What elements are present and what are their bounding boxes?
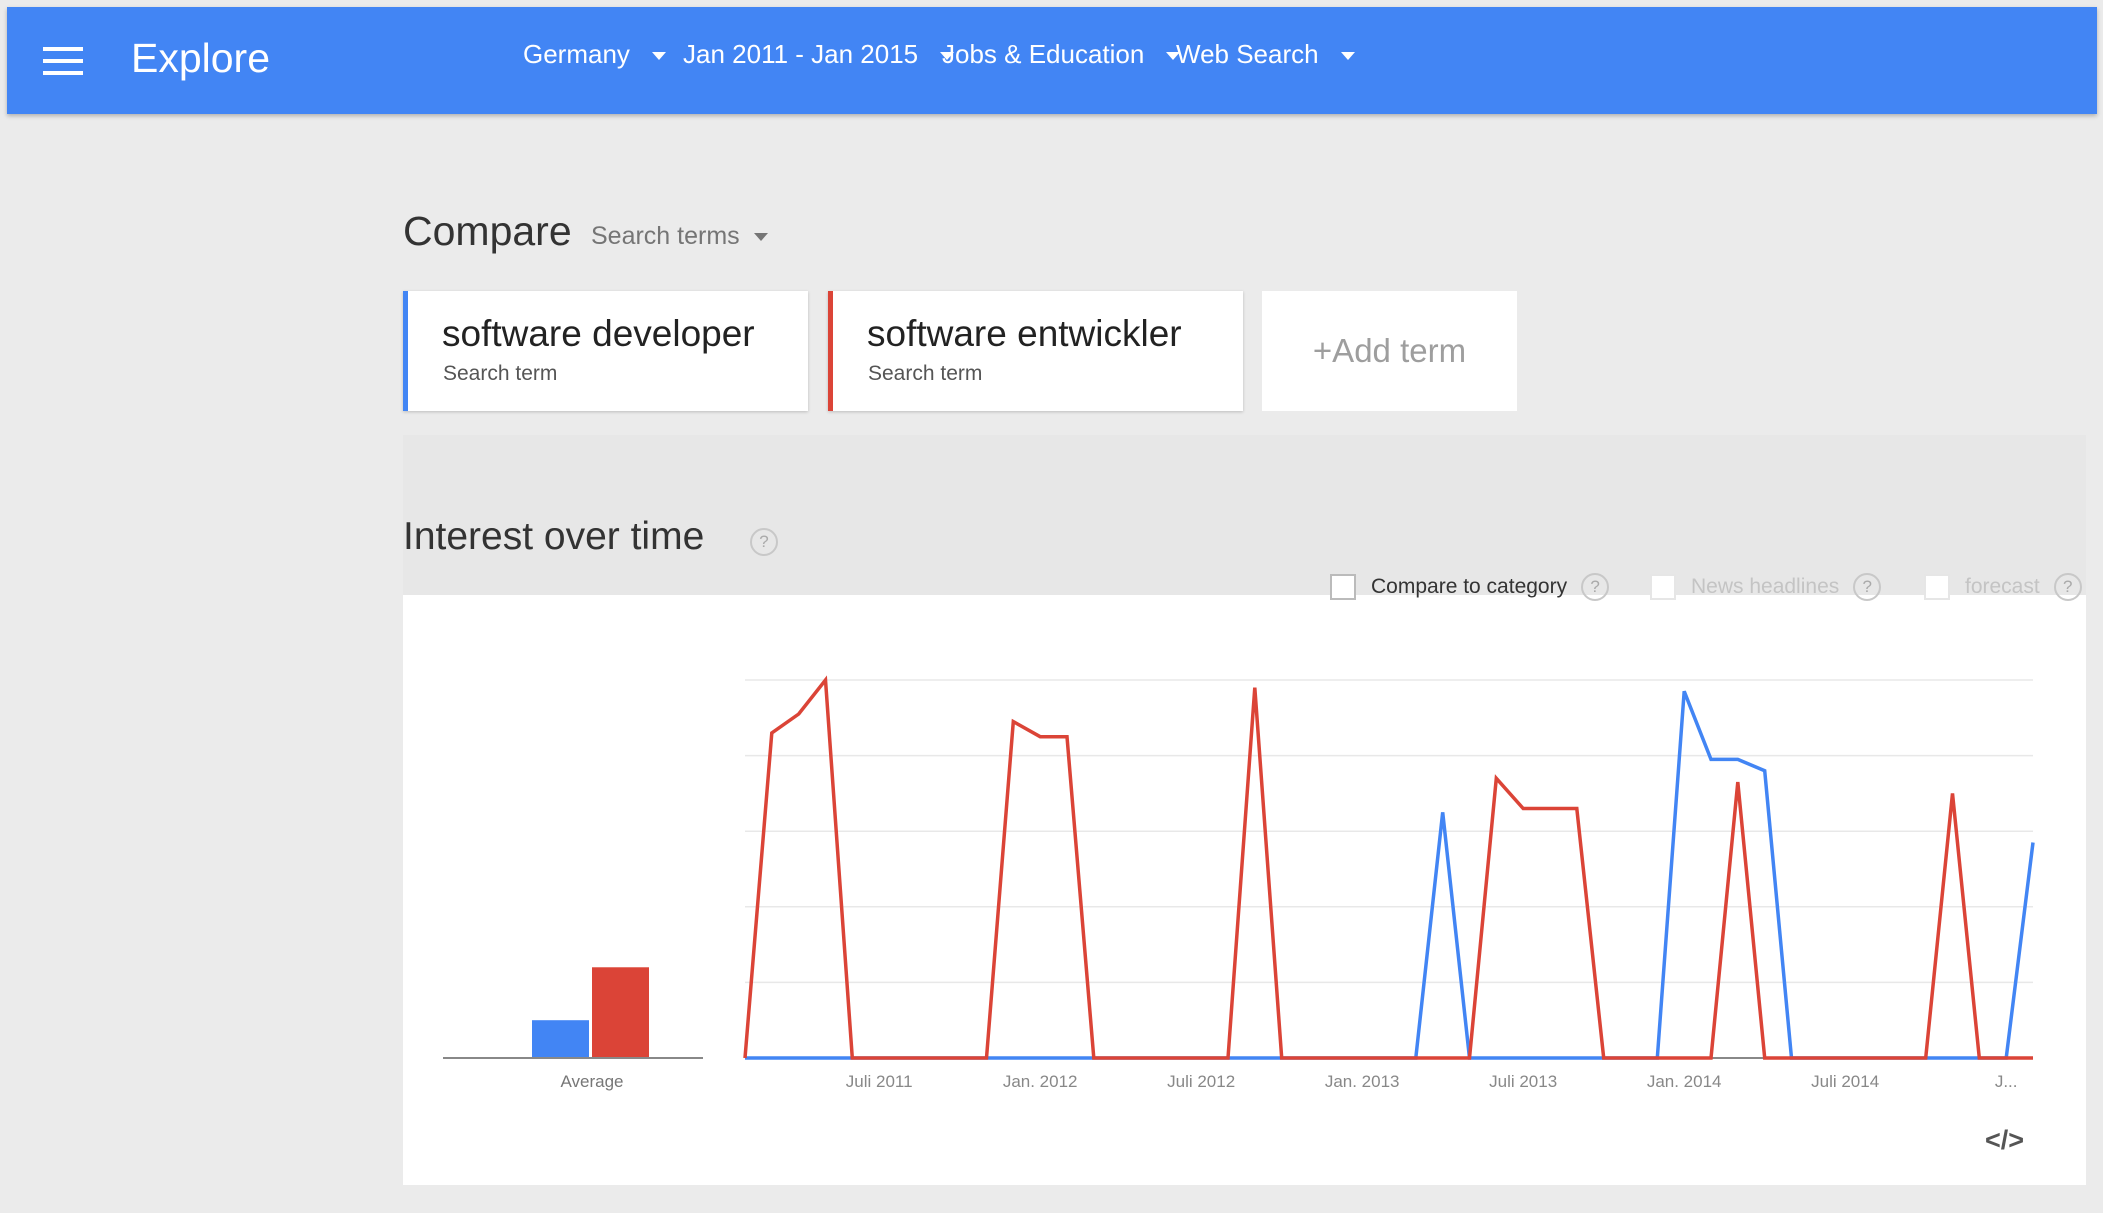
term-type: Search term (443, 362, 558, 385)
chart-card (403, 595, 2086, 1185)
compare-title: Compare (403, 208, 572, 254)
checkbox (1650, 574, 1676, 600)
filter-category[interactable]: Jobs & Education (942, 39, 1181, 70)
filter-search-type-label: Web Search (1176, 39, 1319, 69)
compare-mode-dropdown[interactable]: Search terms (591, 222, 768, 251)
chevron-down-icon (1340, 52, 1355, 61)
option-label: forecast (1965, 575, 2040, 598)
term-color-bar (828, 291, 833, 411)
top-bar: Explore Germany Jan 2011 - Jan 2015 Jobs… (7, 7, 2097, 114)
chevron-down-icon (753, 233, 768, 242)
filter-category-label: Jobs & Education (942, 39, 1145, 69)
page-title: Explore (131, 35, 271, 81)
term-color-bar (403, 291, 408, 411)
checkbox[interactable] (1330, 574, 1356, 600)
filter-date-label: Jan 2011 - Jan 2015 (683, 39, 919, 69)
compare-mode-label: Search terms (591, 222, 740, 250)
filter-country-label: Germany (523, 39, 630, 69)
help-icon: ? (2053, 573, 2082, 601)
chevron-down-icon (651, 52, 666, 61)
interest-over-time-title: Interest over time (403, 515, 705, 558)
option-label: Compare to category (1371, 575, 1568, 598)
option-news-headlines: News headlines ? (1650, 573, 1882, 601)
term-card-software-entwickler[interactable]: software entwickler Search term (828, 291, 1243, 411)
add-term-button[interactable]: +Add term (1262, 291, 1517, 411)
help-icon: ? (1853, 573, 1882, 601)
menu-icon[interactable] (43, 47, 83, 75)
term-name: software entwickler (867, 313, 1182, 354)
term-type: Search term (868, 362, 983, 385)
help-icon[interactable]: ? (750, 528, 778, 556)
help-icon[interactable]: ? (1581, 573, 1610, 601)
embed-code-icon[interactable]: </> (1985, 1125, 2024, 1156)
filter-search-type[interactable]: Web Search (1176, 39, 1355, 70)
option-label: News headlines (1691, 575, 1840, 598)
option-forecast: forecast ? (1924, 573, 2082, 601)
checkbox (1924, 574, 1950, 600)
filter-date-range[interactable]: Jan 2011 - Jan 2015 (683, 39, 955, 70)
term-name: software developer (442, 313, 755, 354)
option-compare-to-category[interactable]: Compare to category ? (1330, 573, 1610, 601)
filter-country[interactable]: Germany (523, 39, 666, 70)
term-card-software-developer[interactable]: software developer Search term (403, 291, 808, 411)
